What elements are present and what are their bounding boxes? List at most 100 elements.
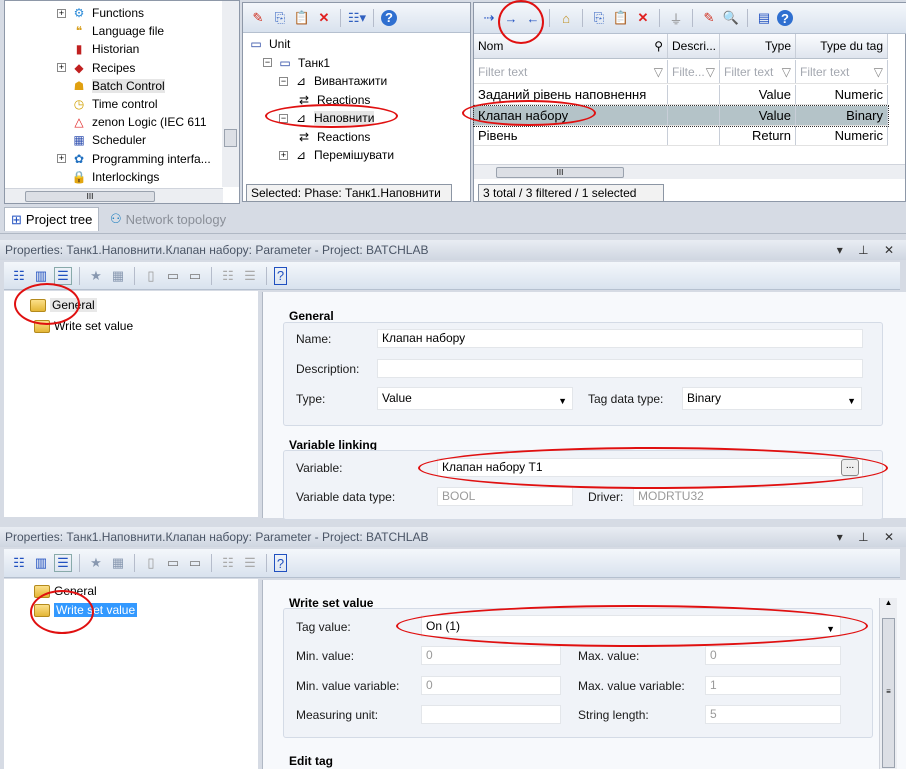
window-controls[interactable]: ▾ ⊥ ✕ — [837, 527, 900, 547]
copy-icon[interactable]: ⎘ — [271, 9, 289, 27]
tree-item[interactable]: ❝ Language file — [57, 22, 164, 40]
unit-tree-item[interactable]: ⇄ Reactions — [295, 91, 370, 109]
unit-tree-item[interactable]: − ⊿ Наповнити — [279, 109, 375, 127]
tree-item-general[interactable]: General — [30, 296, 97, 314]
filter-clear-icon[interactable]: ⏚ — [667, 9, 685, 27]
collapse-all-icon[interactable]: ☰ — [241, 554, 259, 572]
table-row[interactable]: Клапан набору Value Binary — [473, 104, 889, 127]
output-parameter-icon[interactable]: ← — [524, 9, 542, 27]
expand-toggle[interactable]: + — [57, 154, 66, 164]
unit-tree-item[interactable]: − ▭ Танк1 — [263, 54, 330, 72]
new-parameter-icon[interactable]: ⇢ — [480, 9, 498, 27]
tree-item-write-set-value[interactable]: Write set value — [34, 601, 138, 619]
paste-icon[interactable]: 📋 — [612, 9, 630, 27]
measuring-unit-field[interactable] — [421, 705, 561, 724]
description-icon[interactable]: ▯ — [142, 554, 160, 572]
grid-horizontal-scrollbar[interactable]: III — [474, 164, 905, 179]
collapse-icon[interactable]: ▭ — [186, 267, 204, 285]
edit-icon[interactable]: ✎ — [249, 9, 267, 27]
sort-category-icon[interactable]: ☷ — [10, 267, 28, 285]
sort-alpha-icon[interactable]: ▥ — [32, 554, 50, 572]
filter-input[interactable]: Filter text ▽ — [474, 60, 668, 83]
tag-data-type-select[interactable]: Binary — [682, 387, 862, 412]
unit-tree-item[interactable]: ⇄ Reactions — [295, 128, 370, 146]
help-icon[interactable]: ? — [274, 266, 287, 285]
horizontal-scrollbar[interactable]: III — [5, 188, 223, 203]
collapse-all-icon[interactable]: ☰ — [241, 267, 259, 285]
vertical-scrollbar[interactable] — [222, 1, 239, 187]
filter-icon[interactable]: ▽ — [874, 65, 883, 79]
tree-item-general[interactable]: General — [34, 582, 97, 600]
help-icon[interactable]: ? — [381, 9, 397, 26]
filter-input[interactable]: Filter text ▽ — [796, 60, 888, 83]
delete-icon[interactable]: ✕ — [634, 9, 652, 27]
filter-input[interactable]: Filte... ▽ — [668, 60, 720, 83]
expand-all-icon[interactable]: ☷ — [219, 267, 237, 285]
vertical-scrollbar[interactable]: ▲ ≡ — [879, 598, 897, 769]
properties-icon[interactable]: ▤ — [755, 9, 773, 27]
tree-item[interactable]: ◷ Time control — [57, 95, 158, 113]
tree-item[interactable]: + ⚙ Functions — [57, 4, 144, 22]
edit-icon[interactable]: ✎ — [700, 9, 718, 27]
tag-value-select[interactable]: On (1) — [421, 615, 841, 639]
expand-toggle[interactable]: + — [57, 63, 66, 73]
expand-toggle[interactable]: − — [263, 58, 272, 67]
tab-network-topology[interactable]: ⚇ Network topology — [104, 207, 232, 231]
delete-icon[interactable]: ✕ — [315, 9, 333, 27]
grouped-view-icon[interactable]: ☰ — [54, 554, 72, 572]
help-icon[interactable]: ? — [777, 10, 793, 26]
unit-tree-item[interactable]: ▭ Unit — [247, 35, 290, 53]
tab-project-tree[interactable]: ⊞ Project tree — [4, 207, 100, 231]
paste-icon[interactable]: 📋 — [293, 9, 311, 27]
description-field[interactable] — [377, 359, 863, 378]
sort-alpha-icon[interactable]: ▥ — [32, 267, 50, 285]
favorites-icon[interactable]: ★ — [87, 267, 105, 285]
expand-icon[interactable]: ▭ — [164, 267, 182, 285]
column-header[interactable]: Nom ⚲ — [474, 34, 668, 58]
column-header[interactable]: Type du tag — [796, 34, 888, 58]
expand-toggle[interactable]: + — [57, 8, 66, 18]
expand-toggle[interactable]: − — [279, 113, 288, 123]
all-properties-icon[interactable]: ▦ — [109, 267, 127, 285]
expand-all-icon[interactable]: ☷ — [219, 554, 237, 572]
column-header[interactable]: Descri... — [668, 34, 720, 58]
all-properties-icon[interactable]: ▦ — [109, 554, 127, 572]
expand-toggle[interactable]: + — [279, 150, 288, 160]
table-row[interactable]: Заданий рівень наповнення Value Numeric — [474, 85, 888, 105]
sort-category-icon[interactable]: ☷ — [10, 554, 28, 572]
filter-icon[interactable]: ▽ — [782, 65, 791, 79]
window-controls[interactable]: ▾ ⊥ ✕ — [837, 240, 900, 260]
tree-item[interactable]: ☗ Batch Control — [57, 77, 165, 95]
name-field[interactable]: Клапан набору — [377, 329, 863, 348]
link-icon[interactable]: ⌂ — [557, 9, 575, 27]
find-icon[interactable]: 🔍 — [722, 9, 740, 27]
collapse-icon[interactable]: ▭ — [186, 554, 204, 572]
browse-variable-button[interactable]: ... — [841, 459, 859, 476]
filter-input[interactable]: Filter text ▽ — [720, 60, 796, 83]
copy-icon[interactable]: ⎘ — [590, 9, 608, 27]
view-options-icon[interactable]: ☷▾ — [348, 9, 366, 27]
tree-item[interactable]: △ zenon Logic (IEC 611 — [57, 113, 206, 131]
description-icon[interactable]: ▯ — [142, 267, 160, 285]
tree-item[interactable]: + ◆ Recipes — [57, 59, 135, 77]
filter-icon[interactable]: ▽ — [706, 65, 715, 79]
unit-tree-item[interactable]: + ⊿ Перемішувати — [279, 146, 394, 164]
expand-toggle[interactable]: − — [279, 76, 288, 86]
tree-item-write-set-value[interactable]: Write set value — [34, 317, 133, 335]
variable-field[interactable]: Клапан набору T1 — [437, 458, 863, 477]
tree-item[interactable]: ▦ Scheduler — [57, 131, 146, 149]
help-icon[interactable]: ? — [274, 554, 287, 572]
input-parameter-icon[interactable]: → — [502, 9, 520, 27]
column-header[interactable]: Type — [720, 34, 796, 58]
table-row[interactable]: Рівень Return Numeric — [474, 126, 888, 146]
favorites-icon[interactable]: ★ — [87, 554, 105, 572]
type-select[interactable]: Value — [377, 387, 573, 412]
unit-tree-item[interactable]: − ⊿ Вивантажити — [279, 72, 387, 90]
tree-item[interactable]: + ✿ Programming interfa... — [57, 150, 211, 168]
tree-item[interactable]: 🔒 Interlockings — [57, 168, 160, 186]
binoculars-icon[interactable]: ⚲ — [654, 39, 663, 53]
tree-item[interactable]: ▮ Historian — [57, 40, 140, 58]
grouped-view-icon[interactable]: ☰ — [54, 266, 72, 285]
filter-icon[interactable]: ▽ — [654, 65, 663, 79]
expand-icon[interactable]: ▭ — [164, 554, 182, 572]
